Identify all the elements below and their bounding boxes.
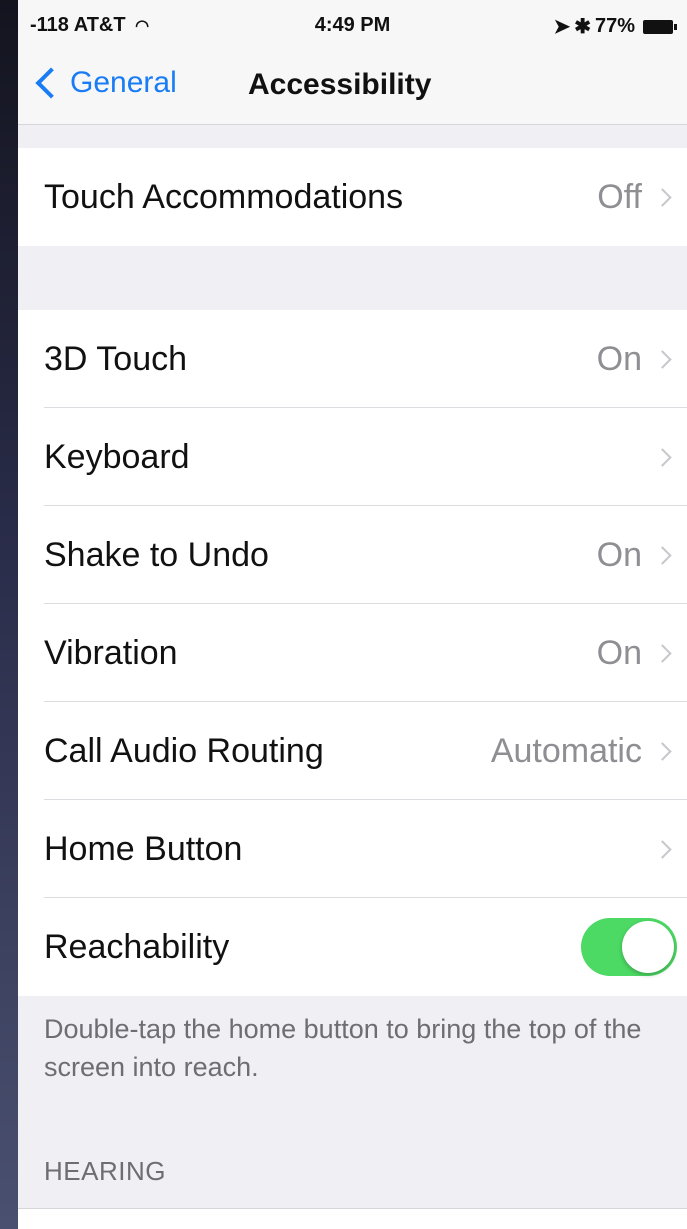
row-label: Reachability [44, 927, 230, 966]
status-right: ➤ ✱ 77% [553, 14, 677, 39]
settings-group-interaction: 3D Touch On Keyboard Shake to Undo On Vi… [18, 310, 687, 996]
settings-screen: -118 AT&T ◠ 4:49 PM ➤ ✱ 77% General Acce… [18, 0, 687, 1229]
back-button-label: General [70, 66, 177, 99]
chevron-right-icon [653, 545, 672, 565]
battery-icon [643, 19, 677, 34]
row-label: Home Button [44, 829, 243, 868]
row-value: Off [597, 177, 642, 216]
settings-group-touch: Touch Accommodations Off [18, 148, 687, 246]
toggle-knob [622, 921, 674, 973]
chevron-right-icon [653, 741, 672, 761]
row-label: Vibration [44, 633, 178, 672]
back-button[interactable]: General [32, 66, 177, 100]
row-keyboard[interactable]: Keyboard [18, 408, 687, 506]
reachability-footer: Double-tap the home button to bring the … [44, 1014, 642, 1082]
row-3d-touch[interactable]: 3D Touch On [18, 310, 687, 408]
row-vibration[interactable]: Vibration On [18, 604, 687, 702]
hearing-group [18, 1208, 687, 1229]
row-touch-accommodations[interactable]: Touch Accommodations Off [18, 148, 687, 246]
row-value: On [596, 633, 642, 672]
chevron-right-icon [653, 349, 672, 369]
chevron-right-icon [653, 643, 672, 663]
chevron-right-icon [653, 447, 672, 467]
row-home-button[interactable]: Home Button [18, 800, 687, 898]
row-reachability: Reachability [18, 898, 687, 996]
row-label: Touch Accommodations [44, 177, 404, 216]
row-value: On [596, 339, 642, 378]
bluetooth-icon: ✱ [574, 16, 591, 38]
page-title: Accessibility [248, 68, 432, 101]
navigation-bar: General Accessibility [18, 48, 687, 125]
row-label: Call Audio Routing [44, 731, 324, 770]
row-label: Keyboard [44, 437, 190, 476]
row-label: Shake to Undo [44, 535, 269, 574]
chevron-right-icon [653, 839, 672, 859]
row-label: 3D Touch [44, 339, 188, 378]
battery-percent: 77% [594, 15, 635, 37]
device-frame [0, 0, 18, 1229]
status-bar: -118 AT&T ◠ 4:49 PM ➤ ✱ 77% [18, 0, 687, 48]
location-icon: ➤ [553, 16, 571, 38]
row-shake-to-undo[interactable]: Shake to Undo On [18, 506, 687, 604]
chevron-left-icon [35, 67, 67, 99]
reachability-toggle[interactable] [581, 918, 677, 976]
section-header-hearing: HEARING [44, 1156, 166, 1186]
row-value: On [596, 535, 642, 574]
row-value: Automatic [490, 731, 642, 770]
row-call-audio-routing[interactable]: Call Audio Routing Automatic [18, 702, 687, 800]
chevron-right-icon [653, 187, 672, 207]
